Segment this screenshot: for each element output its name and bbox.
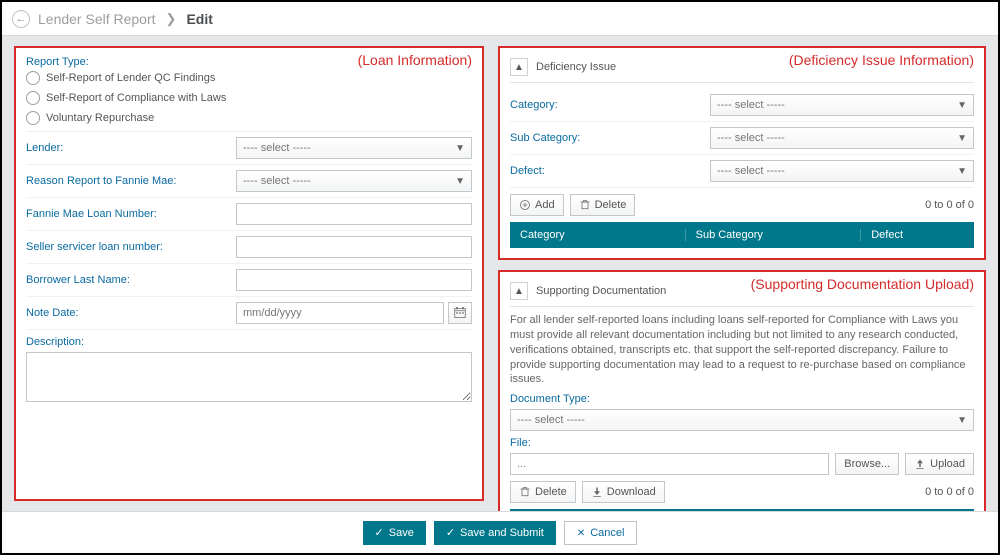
doc-delete-button[interactable]: Delete	[510, 481, 576, 503]
help-text: For all lender self-reported loans inclu…	[510, 313, 974, 387]
defect-select[interactable]: ---- select ----- ▼	[710, 160, 974, 182]
close-icon	[577, 527, 585, 539]
trash-icon	[579, 199, 591, 211]
fm-loan-label: Fannie Mae Loan Number:	[26, 208, 236, 220]
panel-annotation: (Loan Information)	[358, 52, 472, 68]
cancel-button[interactable]: Cancel	[564, 521, 638, 545]
pager-text: 0 to 0 of 0	[925, 199, 974, 211]
radio-voluntary-repurchase[interactable]	[26, 111, 40, 125]
download-icon	[591, 486, 603, 498]
save-submit-button[interactable]: Save and Submit	[434, 521, 556, 545]
category-label: Category:	[510, 99, 710, 111]
subcategory-select-value: ---- select -----	[717, 132, 785, 144]
defect-label: Defect:	[510, 165, 710, 177]
trash-icon	[519, 486, 531, 498]
chevron-down-icon: ▼	[957, 415, 967, 426]
add-button-label: Add	[535, 199, 555, 211]
calendar-icon	[454, 307, 466, 319]
seller-loan-label: Seller servicer loan number:	[26, 241, 236, 253]
save-submit-button-label: Save and Submit	[460, 527, 544, 539]
doc-delete-button-label: Delete	[535, 486, 567, 498]
deficiency-table-header: Category Sub Category Defect	[510, 222, 974, 248]
deficiency-issue-panel: (Deficiency Issue Information) ▲ Deficie…	[498, 46, 986, 260]
description-textarea[interactable]	[26, 352, 472, 402]
chevron-up-icon: ▲	[514, 62, 524, 73]
lender-label: Lender:	[26, 142, 236, 154]
back-button[interactable]: ←	[12, 10, 30, 28]
browse-button[interactable]: Browse...	[835, 453, 899, 475]
check-icon	[446, 526, 455, 539]
note-date-label: Note Date:	[26, 307, 236, 319]
col-subcategory: Sub Category	[686, 229, 862, 241]
doc-type-select[interactable]: ---- select ----- ▼	[510, 409, 974, 431]
radio-qc-findings[interactable]	[26, 71, 40, 85]
radio-compliance-laws[interactable]	[26, 91, 40, 105]
upload-icon	[914, 458, 926, 470]
description-label: Description:	[26, 336, 472, 348]
col-category: Category	[510, 229, 686, 241]
borrower-label: Borrower Last Name:	[26, 274, 236, 286]
panel-annotation: (Deficiency Issue Information)	[789, 52, 974, 68]
upload-button-label: Upload	[930, 458, 965, 470]
delete-button[interactable]: Delete	[570, 194, 636, 216]
reason-label: Reason Report to Fannie Mae:	[26, 175, 236, 187]
lender-select[interactable]: ---- select ----- ▼	[236, 137, 472, 159]
chevron-down-icon: ▼	[957, 166, 967, 177]
reason-select-value: ---- select -----	[243, 175, 311, 187]
section-title: Deficiency Issue	[536, 61, 616, 73]
fm-loan-input[interactable]	[236, 203, 472, 225]
breadcrumb-root[interactable]: Lender Self Report	[38, 11, 156, 27]
chevron-up-icon: ▲	[514, 286, 524, 297]
defect-select-value: ---- select -----	[717, 165, 785, 177]
chevron-down-icon: ▼	[455, 176, 465, 187]
loan-information-panel: (Loan Information) Report Type: Self-Rep…	[14, 46, 484, 501]
chevron-down-icon: ▼	[957, 133, 967, 144]
chevron-down-icon: ▼	[957, 100, 967, 111]
upload-button[interactable]: Upload	[905, 453, 974, 475]
note-date-input[interactable]	[236, 302, 444, 324]
add-button[interactable]: Add	[510, 194, 564, 216]
panel-annotation: (Supporting Documentation Upload)	[751, 276, 974, 292]
radio-compliance-laws-label: Self-Report of Compliance with Laws	[46, 92, 226, 104]
doc-type-label: Document Type:	[510, 393, 974, 405]
category-select[interactable]: ---- select ----- ▼	[710, 94, 974, 116]
supporting-documentation-panel: (Supporting Documentation Upload) ▲ Supp…	[498, 270, 986, 547]
download-button[interactable]: Download	[582, 481, 665, 503]
lender-select-value: ---- select -----	[243, 142, 311, 154]
download-button-label: Download	[607, 486, 656, 498]
subcategory-label: Sub Category:	[510, 132, 710, 144]
calendar-button[interactable]	[448, 302, 472, 324]
chevron-down-icon: ▼	[455, 143, 465, 154]
collapse-toggle[interactable]: ▲	[510, 282, 528, 300]
reason-select[interactable]: ---- select ----- ▼	[236, 170, 472, 192]
section-title: Supporting Documentation	[536, 285, 666, 297]
radio-qc-findings-label: Self-Report of Lender QC Findings	[46, 72, 215, 84]
chevron-right-icon: ❯	[166, 11, 177, 27]
radio-voluntary-repurchase-label: Voluntary Repurchase	[46, 112, 154, 124]
page-title: Edit	[186, 11, 212, 27]
save-button[interactable]: Save	[363, 521, 426, 545]
category-select-value: ---- select -----	[717, 99, 785, 111]
col-defect: Defect	[861, 229, 974, 241]
file-label: File:	[510, 437, 974, 449]
seller-loan-input[interactable]	[236, 236, 472, 258]
file-path-display: ...	[510, 453, 829, 475]
subcategory-select[interactable]: ---- select ----- ▼	[710, 127, 974, 149]
pager-text: 0 to 0 of 0	[925, 486, 974, 498]
save-button-label: Save	[389, 527, 414, 539]
cancel-button-label: Cancel	[590, 527, 624, 539]
borrower-input[interactable]	[236, 269, 472, 291]
check-icon	[375, 526, 384, 539]
delete-button-label: Delete	[595, 199, 627, 211]
plus-icon	[519, 199, 531, 211]
browse-button-label: Browse...	[844, 458, 890, 470]
collapse-toggle[interactable]: ▲	[510, 58, 528, 76]
doc-type-select-value: ---- select -----	[517, 414, 585, 426]
